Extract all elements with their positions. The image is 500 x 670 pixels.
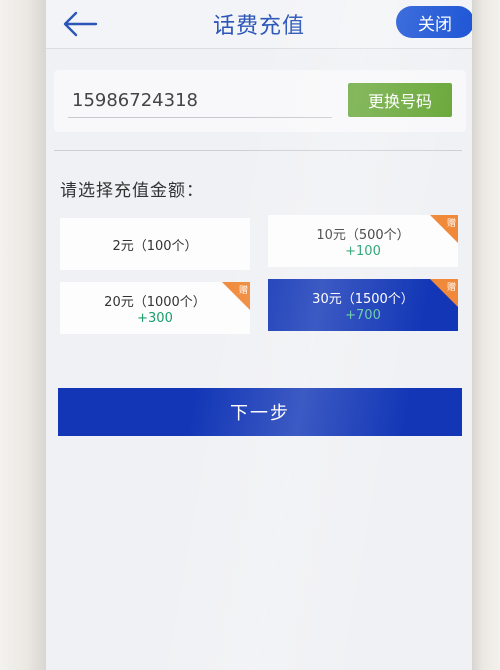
close-button[interactable]: 关闭 (396, 6, 472, 38)
phone-number-input[interactable] (68, 83, 332, 118)
next-step-button[interactable]: 下一步 (58, 388, 462, 436)
option-amount-label: 20元（1000个） (104, 294, 206, 310)
header-bar: 话费充值 关闭 (46, 0, 472, 49)
divider (54, 150, 462, 151)
option-bonus-label: +300 (137, 310, 173, 326)
app-screen: 话费充值 关闭 更换号码 请选择充值金额： 2元（100个） 赠 10元（500… (46, 0, 472, 670)
amount-prompt: 请选择充值金额： (60, 181, 204, 201)
amount-option-30[interactable]: 赠 30元（1500个） +700 (268, 279, 458, 331)
gift-badge-label: 赠 (238, 286, 248, 296)
option-bonus-label: +100 (345, 243, 381, 259)
amount-option-2[interactable]: 2元（100个） (60, 218, 250, 270)
amount-option-20[interactable]: 赠 20元（1000个） +300 (60, 282, 250, 334)
device-bezel-right (472, 0, 500, 670)
gift-badge-label: 赠 (446, 219, 456, 229)
phone-number-card: 更换号码 (54, 70, 466, 132)
option-bonus-label: +700 (345, 307, 381, 323)
option-amount-label: 10元（500个） (316, 227, 410, 243)
amount-option-10[interactable]: 赠 10元（500个） +100 (268, 215, 458, 267)
gift-badge-label: 赠 (446, 283, 456, 293)
option-amount-label: 2元（100个） (112, 238, 198, 254)
change-number-button[interactable]: 更换号码 (348, 83, 452, 117)
device-bezel-left (0, 0, 46, 670)
option-amount-label: 30元（1500个） (312, 291, 414, 307)
